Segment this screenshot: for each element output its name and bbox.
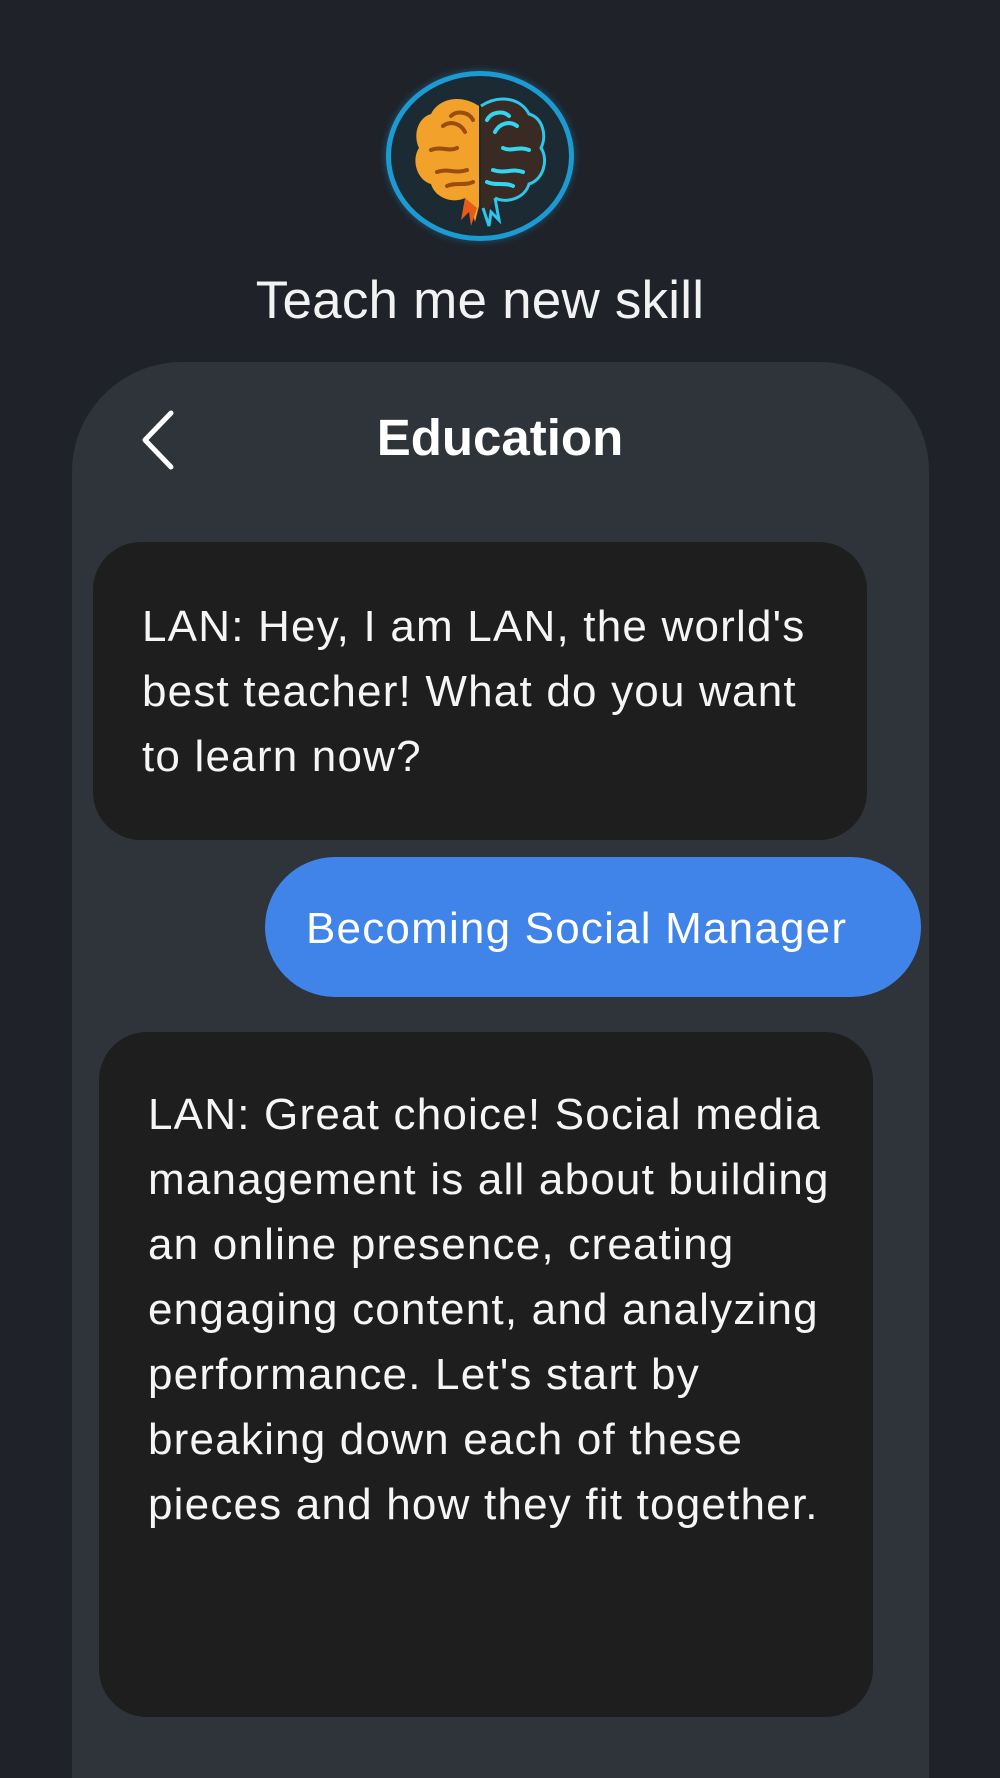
app-title: Teach me new skill (255, 271, 705, 330)
chat-title: Education (376, 409, 624, 466)
user-message: Becoming Social Manager (265, 857, 921, 997)
back-button[interactable] (135, 405, 185, 475)
bot-message: LAN: Great choice! Social media manageme… (99, 1032, 873, 1717)
chevron-left-icon (142, 410, 174, 470)
brain-logo-icon (386, 71, 574, 241)
bot-message: LAN: Hey, I am LAN, the world's best tea… (93, 542, 867, 840)
page: Teach me new skill Education LAN: Hey, I… (0, 0, 1000, 1778)
